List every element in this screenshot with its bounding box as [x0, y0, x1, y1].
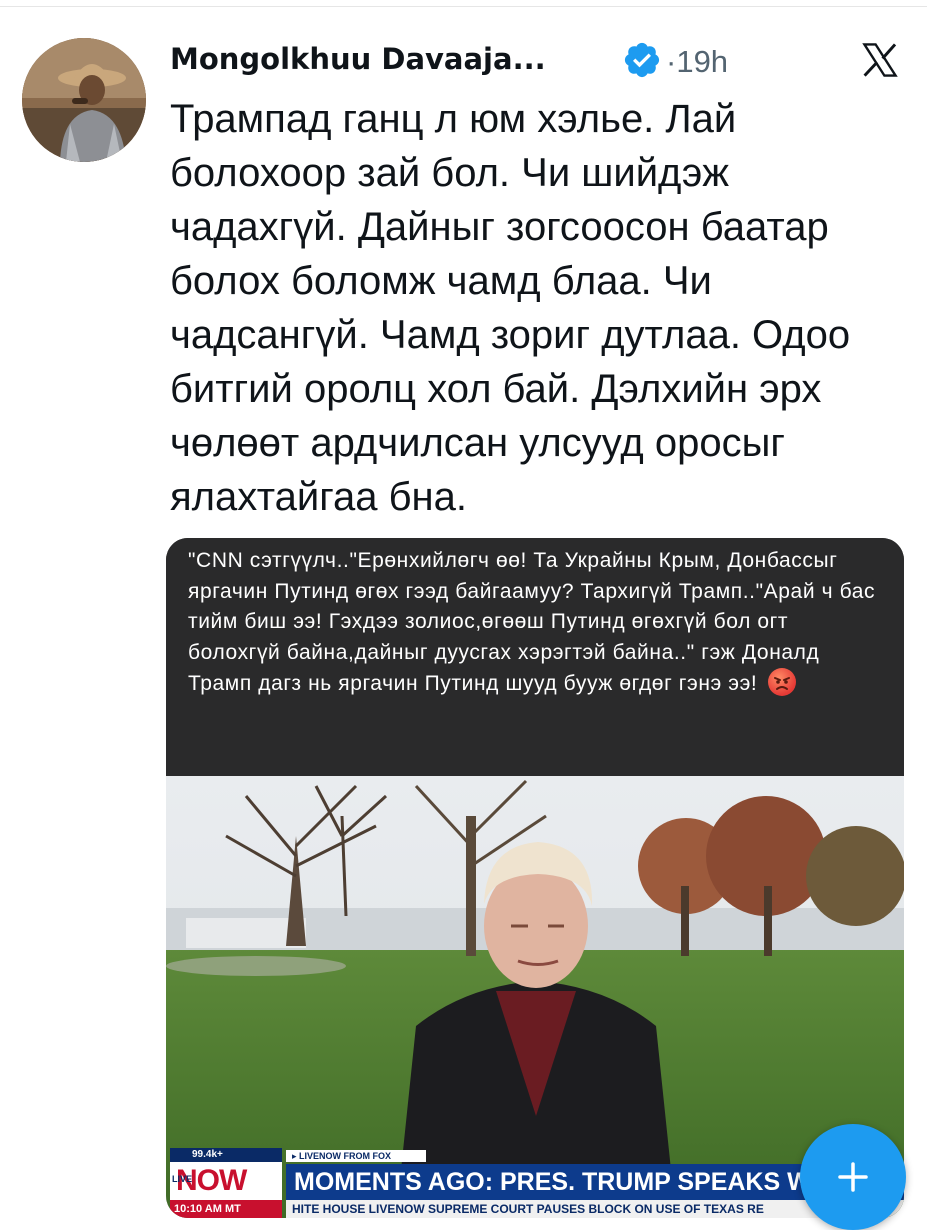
- media-card[interactable]: "CNN сэтгүүлч.."Ерөнхийлөгч өө! Та Украй…: [166, 538, 904, 1218]
- avatar-photo: [22, 38, 146, 162]
- compose-button[interactable]: [800, 1124, 906, 1230]
- video-frame[interactable]: 99.4k+ LIVE NOW 10:10 AM MT ▸ LIVENOW FRO…: [166, 776, 904, 1218]
- tweet-text: Трампад ганц л юм хэлье. Лай болохоор за…: [170, 97, 851, 519]
- author-name[interactable]: Mongolkhuu Davaaja...: [170, 42, 546, 76]
- separator-dot: ·: [666, 44, 677, 79]
- angry-face-icon: [767, 668, 796, 696]
- tweet-header: Mongolkhuu Davaaja... ·19h: [170, 36, 870, 96]
- news-ticker: 99.4k+ LIVE NOW 10:10 AM MT ▸ LIVENOW FRO…: [166, 1148, 904, 1218]
- image-caption: "CNN сэтгүүлч.."Ерөнхийлөгч өө! Та Украй…: [188, 546, 878, 700]
- avatar[interactable]: [22, 38, 146, 162]
- now-label-box: LIVE NOW: [170, 1162, 282, 1200]
- live-now-badge: 99.4k+ LIVE NOW 10:10 AM MT: [170, 1148, 282, 1218]
- x-logo-icon[interactable]: [858, 38, 902, 82]
- plus-icon: [838, 1162, 868, 1192]
- source-label: ▸ LIVENOW FROM FOX: [286, 1150, 426, 1162]
- image-caption-panel: "CNN сэтгүүлч.."Ерөнхийлөгч өө! Та Украй…: [166, 538, 904, 776]
- live-label: LIVE: [172, 1174, 193, 1184]
- broadcast-clock: 10:10 AM MT: [170, 1200, 282, 1218]
- angry-face-features: [773, 677, 790, 690]
- verified-badge-icon: [624, 42, 660, 78]
- top-divider: [0, 6, 927, 7]
- tweet-timestamp[interactable]: ·19h: [666, 44, 728, 80]
- time-label: 19h: [676, 44, 729, 79]
